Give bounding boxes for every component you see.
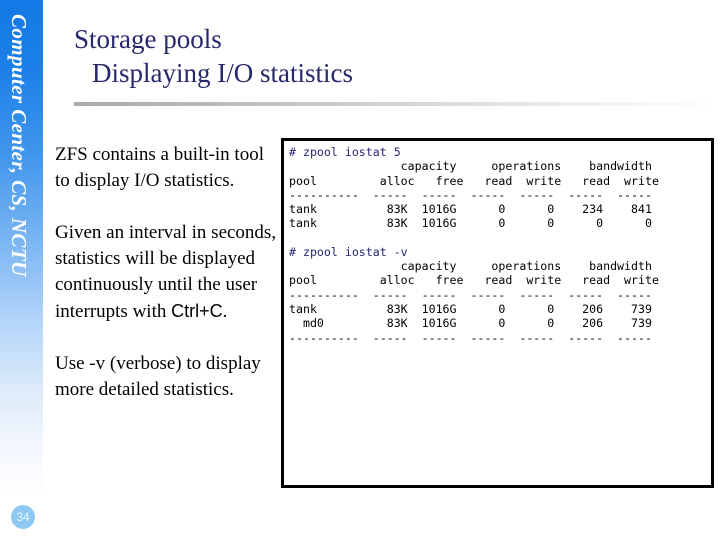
terminal-block-spacer bbox=[289, 231, 711, 245]
terminal-block2-row-2: md0 83K 1016G 0 0 206 739 bbox=[289, 316, 652, 331]
terminal-block1-row-2: tank 83K 1016G 0 0 0 0 bbox=[289, 216, 652, 231]
terminal-block1-separator: ---------- ----- ----- ----- ----- -----… bbox=[289, 187, 652, 202]
page-number-badge: 34 bbox=[11, 505, 35, 529]
page-title: Storage pools Displaying I/O statistics bbox=[74, 22, 714, 90]
title-underline-rule bbox=[74, 102, 718, 106]
terminal-command-1: # zpool iostat 5 bbox=[289, 145, 401, 159]
body-text-column: ZFS contains a built-in tool to display … bbox=[55, 142, 279, 429]
terminal-block2-separator-bottom: ---------- ----- ----- ----- ----- -----… bbox=[289, 330, 652, 345]
sidebar-vertical-label: Computer Center, CS, NCTU bbox=[7, 14, 31, 277]
page-title-line-1: Storage pools bbox=[74, 24, 222, 54]
page-title-line-2: Displaying I/O statistics bbox=[92, 58, 353, 88]
keyboard-shortcut-ctrl-c: Ctrl+C bbox=[171, 301, 223, 321]
body-paragraph-3: Use -v (verbose) to display more detaile… bbox=[55, 353, 261, 400]
body-paragraph-1: ZFS contains a built-in tool to display … bbox=[55, 144, 264, 191]
terminal-block1-row-1: tank 83K 1016G 0 0 234 841 bbox=[289, 202, 652, 217]
body-paragraph-2-text-after: . bbox=[222, 301, 228, 322]
terminal-block2-separator-top: ---------- ----- ----- ----- ----- -----… bbox=[289, 287, 652, 302]
terminal-block1-column-headers: pool alloc free read write read write bbox=[289, 173, 659, 188]
body-paragraph-2: Given an interval in seconds, statistics… bbox=[55, 220, 279, 325]
terminal-block2-column-headers: pool alloc free read write read write bbox=[289, 273, 659, 288]
terminal-block2-row-1: tank 83K 1016G 0 0 206 739 bbox=[289, 301, 652, 316]
terminal-block2-header-groups: capacity operations bandwidth bbox=[289, 259, 652, 274]
terminal-screenshot: # zpool iostat 5 capacity operations ban… bbox=[281, 138, 714, 488]
body-paragraph-2-text-before: Given an interval in seconds, statistics… bbox=[55, 222, 277, 322]
terminal-block1-header-groups: capacity operations bandwidth bbox=[289, 159, 652, 174]
terminal-command-2: # zpool iostat -v bbox=[289, 244, 408, 259]
sidebar-banner: Computer Center, CS, NCTU 34 bbox=[0, 0, 43, 540]
